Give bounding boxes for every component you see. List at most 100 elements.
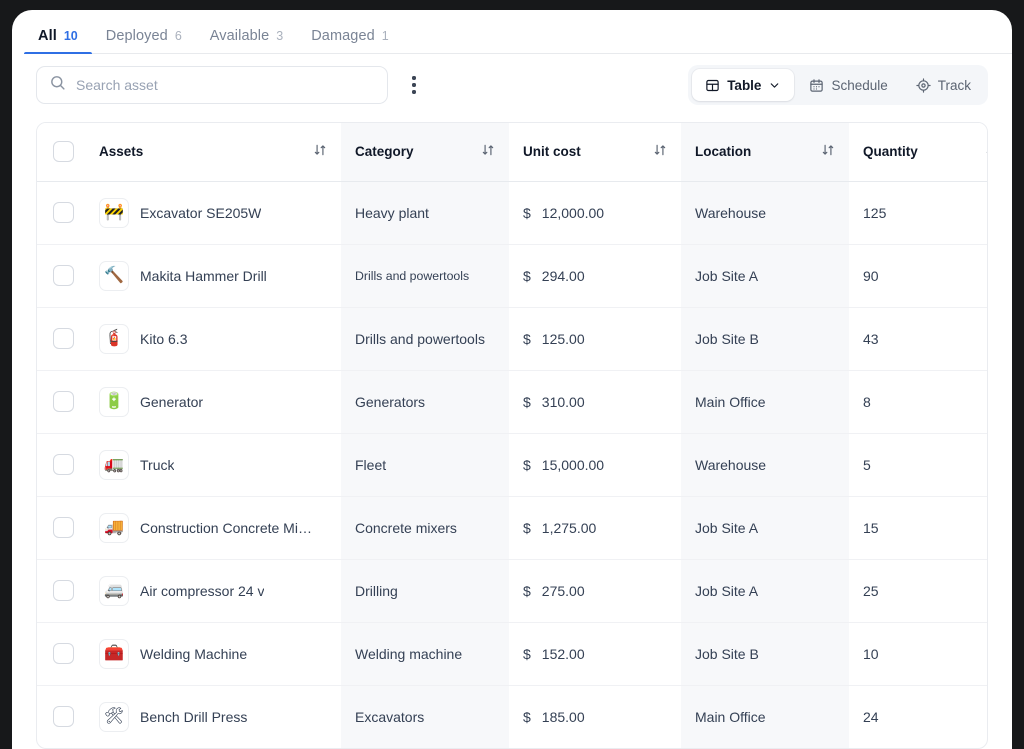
sort-icon[interactable] — [653, 143, 667, 160]
chevron-down-icon[interactable] — [768, 79, 781, 92]
table-row[interactable]: 🚚Construction Concrete Mi…Concrete mixer… — [37, 496, 988, 559]
view-option-table[interactable]: Table — [692, 69, 794, 101]
table-row[interactable]: 🚧Excavator SE205WHeavy plant$12,000.00Wa… — [37, 181, 988, 244]
unit-cost-cell: $12,000.00 — [509, 181, 681, 244]
table-row[interactable]: 🔋GeneratorGenerators$310.00Main Office8 — [37, 370, 988, 433]
row-checkbox[interactable] — [53, 517, 74, 538]
device-frame: All10Deployed6Available3Damaged1 Table Sc… — [0, 0, 1024, 749]
row-checkbox[interactable] — [53, 706, 74, 727]
header-row: AssetsCategory Unit cost Location Quantity — [37, 123, 988, 181]
tab-all[interactable]: All10 — [24, 28, 92, 54]
currency-symbol: $ — [523, 268, 531, 284]
row-select-cell — [37, 622, 85, 685]
column-header-label: Unit cost — [523, 144, 581, 159]
column-header-label: Location — [695, 144, 751, 159]
asset-glyph: 🚚 — [104, 520, 124, 536]
row-checkbox[interactable] — [53, 580, 74, 601]
column-header-category[interactable]: Category — [341, 123, 509, 181]
row-select-cell — [37, 433, 85, 496]
tab-count: 10 — [64, 29, 78, 43]
row-select-cell — [37, 370, 85, 433]
sort-icon[interactable] — [481, 143, 495, 160]
row-select-cell — [37, 496, 85, 559]
currency-symbol: $ — [523, 457, 531, 473]
view-option-track[interactable]: Track — [903, 69, 984, 101]
sort-icon[interactable] — [821, 143, 835, 160]
asset-cell: 🔋 Generator — [85, 370, 341, 433]
unit-cost-cell: $15,000.00 — [509, 433, 681, 496]
tab-available[interactable]: Available3 — [196, 28, 297, 54]
location-cell: Job Site A — [681, 244, 849, 307]
table-row[interactable]: 🧯Kito 6.3Drills and powertools$125.00Job… — [37, 307, 988, 370]
tab-count: 1 — [382, 29, 389, 43]
row-checkbox[interactable] — [53, 643, 74, 664]
column-header-quantity[interactable]: Quantity — [849, 123, 988, 181]
unit-cost-cell: $275.00 — [509, 559, 681, 622]
tab-label: Available — [210, 28, 269, 44]
quantity-cell: 25 — [849, 559, 988, 622]
asset-cell: 🚧Excavator SE205W — [85, 181, 341, 244]
quantity-cell: 125 — [849, 181, 988, 244]
row-checkbox[interactable] — [53, 328, 74, 349]
table-row[interactable]: 🛠Bench Drill PressExcavators$185.00Main … — [37, 685, 988, 748]
sort-icon[interactable] — [985, 143, 988, 160]
row-checkbox[interactable] — [53, 265, 74, 286]
table-body: 🚧Excavator SE205WHeavy plant$12,000.00Wa… — [37, 181, 988, 748]
currency-symbol: $ — [523, 394, 531, 410]
select-all-checkbox[interactable] — [53, 141, 74, 162]
category-cell: Fleet — [341, 433, 509, 496]
column-header-assets[interactable]: Assets — [85, 123, 341, 181]
unit-cost-value: 275.00 — [542, 583, 585, 599]
column-header-location[interactable]: Location — [681, 123, 849, 181]
column-header-label: Quantity — [863, 144, 918, 159]
quantity-cell: 15 — [849, 496, 988, 559]
search-icon — [49, 74, 66, 96]
category-cell: Excavators — [341, 685, 509, 748]
quantity-cell: 5 — [849, 433, 988, 496]
asset-glyph: 🚧 — [104, 205, 124, 221]
table-row[interactable]: 🚐Air compressor 24 vDrilling$275.00Job S… — [37, 559, 988, 622]
location-cell: Job Site A — [681, 559, 849, 622]
quantity-cell: 8 — [849, 370, 988, 433]
quantity-cell: 24 — [849, 685, 988, 748]
currency-symbol: $ — [523, 205, 531, 221]
unit-cost-value: 152.00 — [542, 646, 585, 662]
unit-cost-value: 310.00 — [542, 394, 585, 410]
more-options-icon[interactable] — [400, 68, 428, 102]
search-input[interactable] — [76, 77, 375, 93]
tab-count: 6 — [175, 29, 182, 43]
asset-status-tabs: All10Deployed6Available3Damaged1 — [12, 10, 1012, 54]
truck-emoji: 🚛 — [99, 450, 129, 480]
asset-cell: 🚛Truck — [85, 433, 341, 496]
table-row[interactable]: 🧰Welding MachineWelding machine$152.00Jo… — [37, 622, 988, 685]
select-all-header — [37, 123, 85, 181]
row-checkbox[interactable] — [53, 391, 74, 412]
asset-glyph: 🧯 — [104, 331, 124, 347]
drill-press-emoji: 🛠 — [99, 702, 129, 732]
unit-cost-value: 15,000.00 — [542, 457, 604, 473]
row-checkbox[interactable] — [53, 454, 74, 475]
table-row[interactable]: 🔨Makita Hammer DrillDrills and powertool… — [37, 244, 988, 307]
unit-cost-cell: $294.00 — [509, 244, 681, 307]
row-checkbox[interactable] — [53, 202, 74, 223]
view-option-schedule[interactable]: Schedule — [796, 69, 900, 101]
column-header-unit-cost[interactable]: Unit cost — [509, 123, 681, 181]
table-row[interactable]: 🚛TruckFleet$15,000.00Warehouse5 — [37, 433, 988, 496]
sort-icon[interactable] — [313, 143, 327, 160]
tab-deployed[interactable]: Deployed6 — [92, 28, 196, 54]
asset-name: Generator — [140, 394, 203, 410]
category-value: Welding machine — [355, 646, 495, 662]
asset-cell: 🛠Bench Drill Press — [85, 685, 341, 748]
search-box[interactable] — [36, 66, 388, 104]
category-value: Drills and powertools — [355, 331, 495, 347]
category-cell: Welding machine — [341, 622, 509, 685]
generator-emoji: 🔋 — [99, 387, 129, 417]
layout-icon — [705, 78, 720, 93]
category-value: Drills and powertools — [355, 269, 495, 283]
location-cell: Job Site B — [681, 307, 849, 370]
tab-damaged[interactable]: Damaged1 — [297, 28, 403, 54]
asset-name: Air compressor 24 v — [140, 583, 264, 599]
calendar-icon — [809, 78, 824, 93]
view-option-label: Table — [727, 78, 761, 93]
row-select-cell — [37, 685, 85, 748]
